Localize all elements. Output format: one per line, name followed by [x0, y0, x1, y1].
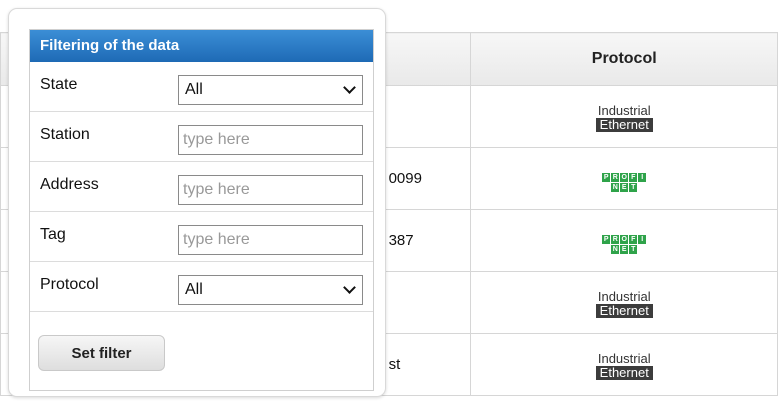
- station-label: Station: [40, 126, 90, 143]
- industrial-ethernet-logo: Industrial Ethernet: [595, 103, 653, 132]
- protocol-label: Protocol: [40, 276, 99, 293]
- protocol-cell: Industrial Ethernet: [470, 85, 778, 148]
- filter-popup: Filtering of the data State All Station …: [8, 8, 386, 397]
- protocol-cell: PROFI NET: [470, 209, 778, 272]
- state-filter-row: State All: [30, 62, 373, 112]
- tag-label: Tag: [40, 226, 66, 243]
- filter-panel-title: Filtering of the data: [30, 30, 373, 62]
- profinet-logo: PROFI NET: [602, 234, 647, 254]
- profinet-logo: PROFI NET: [602, 172, 647, 192]
- set-filter-button[interactable]: Set filter: [38, 335, 165, 371]
- industrial-ethernet-logo: Industrial Ethernet: [595, 351, 653, 380]
- tag-input[interactable]: [178, 225, 363, 255]
- protocol-cell: Industrial Ethernet: [470, 271, 778, 334]
- state-label: State: [40, 76, 78, 93]
- state-select[interactable]: All: [178, 75, 363, 105]
- protocol-cell: Industrial Ethernet: [470, 333, 778, 396]
- filter-panel: Filtering of the data State All Station …: [29, 29, 374, 391]
- chevron-down-icon: [343, 281, 356, 294]
- protocol-column-header[interactable]: Protocol: [470, 32, 778, 86]
- address-input[interactable]: [178, 175, 363, 205]
- address-filter-row: Address: [30, 162, 373, 212]
- chevron-down-icon: [343, 81, 356, 94]
- station-input[interactable]: [178, 125, 363, 155]
- protocol-filter-row: Protocol All: [30, 262, 373, 312]
- tag-filter-row: Tag: [30, 212, 373, 262]
- protocol-select[interactable]: All: [178, 275, 363, 305]
- protocol-select-value: All: [185, 281, 203, 298]
- station-filter-row: Station: [30, 112, 373, 162]
- address-label: Address: [40, 176, 99, 193]
- state-select-value: All: [185, 81, 203, 98]
- industrial-ethernet-logo: Industrial Ethernet: [595, 289, 653, 318]
- protocol-cell: PROFI NET: [470, 147, 778, 210]
